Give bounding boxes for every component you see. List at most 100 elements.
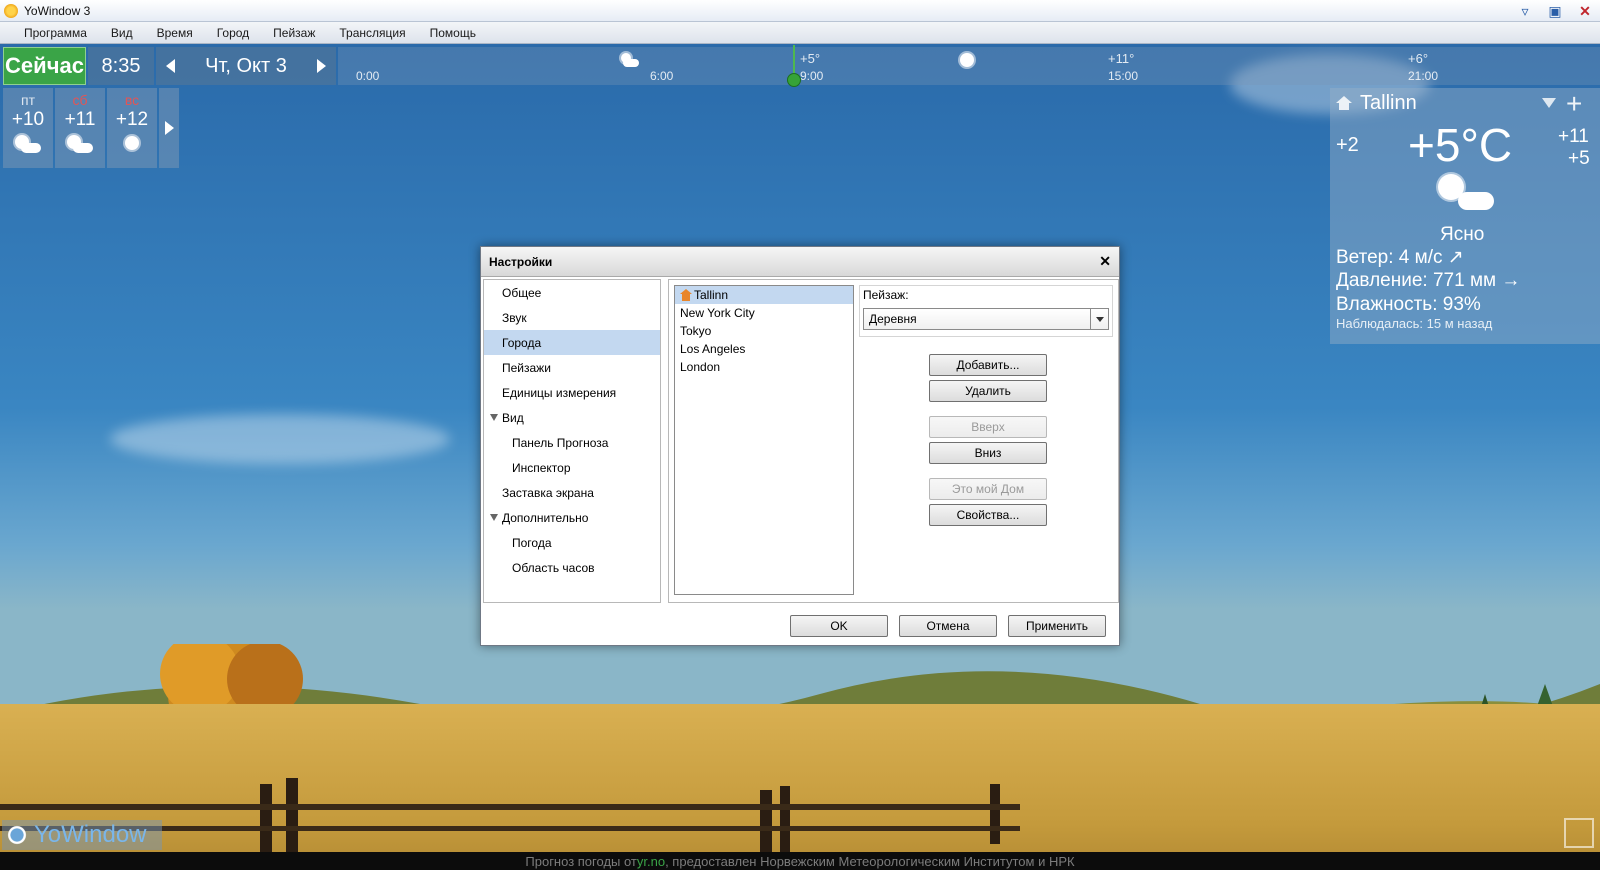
menu-landscape[interactable]: Пейзаж	[261, 26, 327, 40]
forecast-next-button[interactable]	[159, 88, 179, 168]
menu-city[interactable]: Город	[205, 26, 261, 40]
nav-label: Вид	[502, 410, 524, 425]
sun-cloud-icon	[65, 133, 95, 155]
nav-item-clock-area[interactable]: Область часов	[484, 555, 660, 580]
footer-suffix: , предоставлен Норвежским Метеорологичес…	[665, 853, 1075, 869]
window-title: YoWindow 3	[24, 3, 91, 18]
chevron-down-icon[interactable]	[1542, 98, 1556, 108]
fullscreen-icon[interactable]	[1564, 818, 1594, 848]
nav-item-forecast-panel[interactable]: Панель Прогноза	[484, 430, 660, 455]
yowindow-logo[interactable]: YoWindow	[2, 820, 162, 850]
logo-icon	[6, 824, 28, 846]
forecast-strip: пт +10 сб +11 вс +12	[3, 88, 179, 168]
list-item[interactable]: Tokyo	[675, 322, 853, 340]
forecast-day-name: вс	[124, 92, 140, 108]
moon-cloud-icon	[621, 53, 639, 67]
footer-credit: Прогноз погоды от yr.no , предоставлен Н…	[0, 852, 1600, 870]
forecast-day-name: пт	[21, 92, 35, 108]
timeline-hour: 6:00	[650, 69, 674, 83]
forecast-temp: +11	[64, 109, 96, 130]
timeline-temp: +11°	[1108, 51, 1135, 66]
nav-item-advanced[interactable]: Дополнительно	[484, 505, 660, 530]
timeline-hour: 15:00	[1108, 69, 1139, 83]
menu-time[interactable]: Время	[145, 26, 205, 40]
current-time: 8:35	[88, 47, 154, 85]
close-window-icon[interactable]: ✕	[1570, 0, 1600, 22]
expand-triangle-icon[interactable]	[490, 414, 498, 421]
apply-button[interactable]: Применить	[1008, 615, 1106, 637]
sun-cloud-icon	[13, 133, 43, 155]
nav-item-sound[interactable]: Звук	[484, 305, 660, 330]
ok-button[interactable]: OK	[790, 615, 888, 637]
now-button[interactable]: Сейчас	[3, 47, 86, 85]
next-day-icon[interactable]	[316, 59, 326, 73]
app-sun-icon	[4, 3, 18, 18]
footer-prefix: Прогноз погоды от	[525, 853, 637, 869]
list-item[interactable]: Los Angeles	[675, 340, 853, 358]
title-bar: YoWindow 3 ▿ ▣ ✕	[0, 0, 1600, 22]
city-name[interactable]: Tallinn	[1360, 92, 1417, 115]
next-icon	[164, 121, 174, 135]
timeline-hour: 9:00	[800, 69, 824, 83]
chevron-down-icon[interactable]	[1090, 309, 1108, 329]
home-icon	[680, 289, 692, 301]
plus-icon[interactable]: +	[1566, 88, 1582, 120]
logo-text: YoWindow	[34, 821, 147, 848]
nav-item-weather[interactable]: Погода	[484, 530, 660, 555]
nav-item-landscapes[interactable]: Пейзажи	[484, 355, 660, 380]
feels-like-temp: +2	[1336, 134, 1359, 156]
hourly-timeline[interactable]: 0:00 6:00 +5° 9:00 +11° 15:00 +6° 21:00	[338, 45, 1600, 87]
wind-value: Ветер: 4 м/с	[1336, 247, 1443, 268]
move-up-button[interactable]: Вверх	[929, 416, 1047, 438]
observation-time: Наблюдалась: 15 м назад	[1336, 316, 1493, 331]
nav-item-general[interactable]: Общее	[484, 280, 660, 305]
city-list[interactable]: Tallinn New York City Tokyo Los Angeles …	[674, 285, 854, 595]
footer-link[interactable]: yr.no	[637, 854, 665, 869]
wind-arrow-icon: ↗	[1447, 247, 1464, 268]
nav-item-view[interactable]: Вид	[484, 405, 660, 430]
timeline-temp: +6°	[1408, 51, 1429, 66]
prev-day-icon[interactable]	[166, 59, 175, 73]
humidity-info: Влажность: 93%	[1336, 294, 1481, 315]
list-item[interactable]: London	[675, 358, 853, 376]
dialog-title-bar: Настройки ✕	[481, 247, 1119, 277]
time-slider-handle[interactable]	[787, 73, 801, 87]
nav-item-units[interactable]: Единицы измерения	[484, 380, 660, 405]
settings-dialog: Настройки ✕ Общее Звук Города Пейзажи Ед…	[480, 246, 1120, 646]
sun-cloud-icon	[1430, 174, 1510, 224]
move-down-button[interactable]: Вниз	[929, 442, 1047, 464]
menu-view[interactable]: Вид	[99, 26, 145, 40]
timeline-hour: 21:00	[1408, 69, 1439, 83]
add-city-button[interactable]: Добавить...	[929, 354, 1047, 376]
current-temperature: +5°C	[1408, 119, 1513, 171]
properties-button[interactable]: Свойства...	[929, 504, 1047, 526]
set-home-button[interactable]: Это мой Дом	[929, 478, 1047, 500]
expand-triangle-icon[interactable]	[490, 514, 498, 521]
cities-settings-panel: Tallinn New York City Tokyo Los Angeles …	[668, 279, 1119, 603]
forecast-day[interactable]: вс +12	[107, 88, 157, 168]
forecast-day[interactable]: сб +11	[55, 88, 105, 168]
menu-program[interactable]: Программа	[12, 26, 99, 40]
list-item[interactable]: New York City	[675, 304, 853, 322]
minimize-icon[interactable]: ▿	[1510, 0, 1540, 22]
nav-item-inspector[interactable]: Инспектор	[484, 455, 660, 480]
menu-help[interactable]: Помощь	[418, 26, 488, 40]
cancel-button[interactable]: Отмена	[899, 615, 997, 637]
close-icon[interactable]: ✕	[1099, 253, 1111, 270]
remove-city-button[interactable]: Удалить	[929, 380, 1047, 402]
nav-label: Дополнительно	[502, 510, 589, 525]
forecast-temp: +12	[115, 109, 149, 130]
nav-item-screensaver[interactable]: Заставка экрана	[484, 480, 660, 505]
timeline-temp: +5°	[800, 51, 821, 66]
list-item[interactable]: Tallinn	[675, 286, 853, 304]
landscape-select[interactable]: Деревня	[863, 308, 1109, 330]
nav-item-cities[interactable]: Города	[484, 330, 660, 355]
pressure-info: Давление: 771 мм →	[1336, 270, 1520, 292]
weather-condition: Ясно	[1440, 224, 1485, 245]
wind-info: Ветер: 4 м/с ↗	[1336, 246, 1464, 269]
sun-icon	[960, 53, 974, 67]
menu-broadcast[interactable]: Трансляция	[327, 26, 417, 40]
forecast-day[interactable]: пт +10	[3, 88, 53, 168]
restore-icon[interactable]: ▣	[1540, 0, 1570, 22]
city-item-label: Tallinn	[694, 288, 729, 302]
